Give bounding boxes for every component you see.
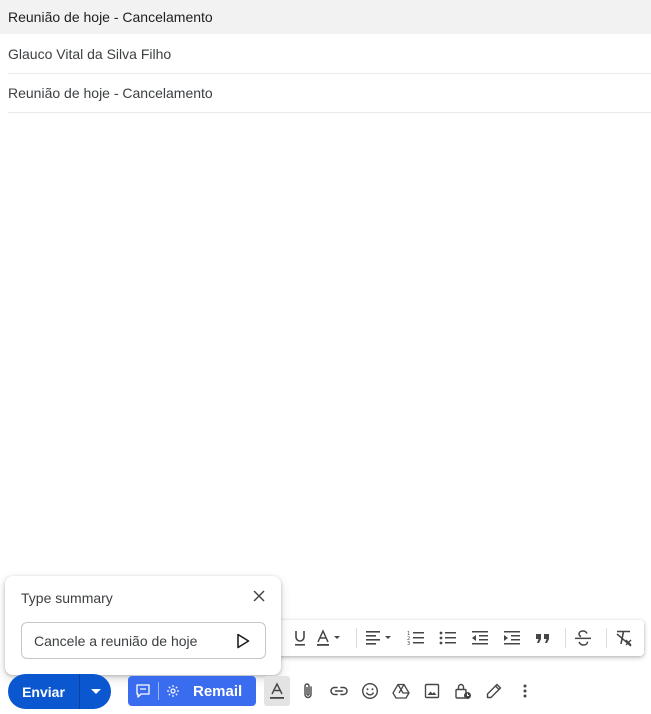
formatting-toolbar: 123	[270, 620, 644, 656]
compose-actions	[264, 676, 543, 706]
emoji-icon[interactable]	[357, 676, 383, 706]
send-summary-icon[interactable]	[235, 633, 251, 649]
subject-field[interactable]: Reunião de hoje - Cancelamento	[8, 74, 651, 113]
photo-icon[interactable]	[419, 676, 445, 706]
send-button-group: Enviar	[8, 674, 111, 709]
summary-title: Type summary	[21, 590, 113, 606]
text-color-icon[interactable]	[316, 626, 342, 650]
summary-input-box	[21, 622, 266, 659]
link-icon[interactable]	[326, 676, 352, 706]
toolbar-divider	[606, 628, 607, 648]
gear-icon[interactable]	[159, 676, 187, 706]
signature-icon[interactable]	[481, 676, 507, 706]
subject-text[interactable]: Reunião de hoje - Cancelamento	[8, 85, 213, 101]
attach-icon[interactable]	[295, 676, 321, 706]
remail-button[interactable]: Remail	[128, 676, 256, 706]
strikethrough-icon[interactable]	[574, 626, 592, 650]
quote-icon[interactable]	[535, 626, 551, 650]
more-options-icon[interactable]	[512, 676, 538, 706]
send-options-button[interactable]	[80, 674, 111, 709]
chevron-down-icon	[90, 688, 101, 694]
remail-label: Remail	[193, 682, 243, 700]
align-icon[interactable]	[365, 626, 393, 650]
formatting-options-icon[interactable]	[264, 676, 290, 706]
recipient-chip[interactable]: Glauco Vital da Silva Filho	[8, 46, 171, 62]
indent-less-icon[interactable]	[471, 626, 489, 650]
indent-more-icon[interactable]	[503, 626, 521, 650]
chat-icon[interactable]	[128, 676, 158, 706]
compose-header: Reunião de hoje - Cancelamento	[0, 0, 651, 34]
compose-title: Reunião de hoje - Cancelamento	[8, 9, 213, 25]
type-summary-popup: Type summary	[5, 576, 281, 675]
message-body[interactable]	[8, 114, 651, 574]
toolbar-divider	[565, 628, 566, 648]
underline-icon[interactable]	[292, 626, 308, 650]
recipients-field[interactable]: Glauco Vital da Silva Filho	[8, 35, 651, 74]
toolbar-divider	[356, 628, 357, 648]
bulleted-list-icon[interactable]	[439, 626, 457, 650]
drive-icon[interactable]	[388, 676, 414, 706]
numbered-list-icon[interactable]: 123	[407, 626, 425, 650]
summary-input[interactable]	[34, 625, 234, 656]
confidential-mode-icon[interactable]	[450, 676, 476, 706]
close-icon[interactable]	[251, 588, 267, 604]
svg-text:3: 3	[407, 641, 410, 647]
send-button[interactable]: Enviar	[8, 674, 79, 709]
remove-formatting-icon[interactable]	[615, 626, 633, 650]
